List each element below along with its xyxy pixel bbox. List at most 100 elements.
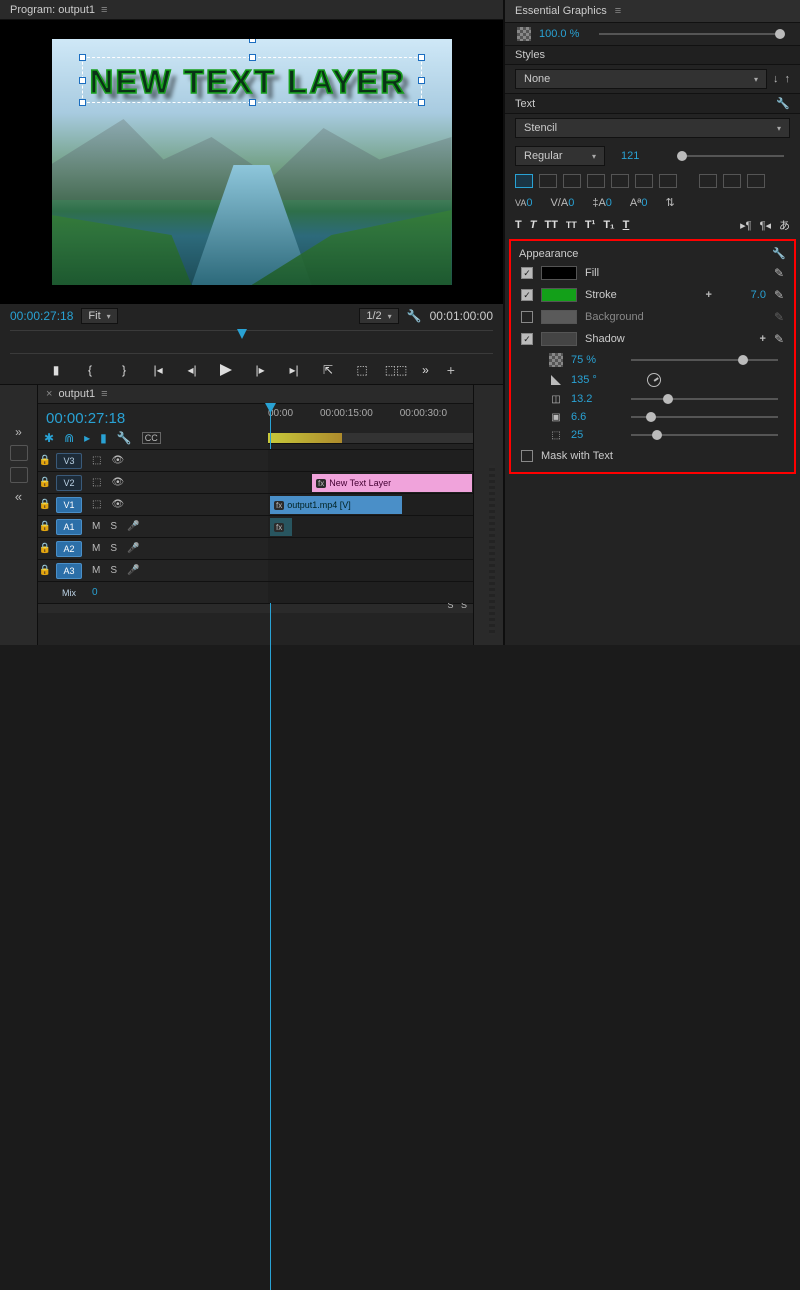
opacity-value[interactable]: 100.0 %: [539, 28, 585, 40]
faux-italic-button[interactable]: T: [530, 219, 537, 231]
shadow-blur[interactable]: 25: [571, 429, 617, 441]
step-fwd-icon[interactable]: |▸: [252, 362, 268, 378]
shadow-distance[interactable]: 13.2: [571, 393, 617, 405]
background-swatch[interactable]: [541, 310, 577, 324]
collapse-icon[interactable]: «: [15, 489, 22, 504]
button-editor-icon[interactable]: +: [447, 362, 455, 378]
playhead-icon[interactable]: [237, 329, 247, 339]
lock-icon[interactable]: 🔒: [38, 455, 52, 466]
font-size-value[interactable]: 121: [621, 150, 667, 162]
selection-box[interactable]: [82, 57, 422, 103]
stroke-swatch[interactable]: [541, 288, 577, 302]
mute-button[interactable]: M: [92, 521, 100, 532]
mic-icon[interactable]: 🎤: [127, 543, 139, 554]
shadow-opacity-slider[interactable]: [631, 359, 778, 361]
lock-icon[interactable]: 🔒: [38, 499, 52, 510]
tracking-icon[interactable]: VA0: [515, 197, 532, 209]
eyedropper-icon[interactable]: ✎: [774, 288, 784, 302]
marker-tool-icon[interactable]: ▮: [100, 431, 107, 445]
expand-icon[interactable]: »: [422, 363, 429, 377]
eye-icon[interactable]: 👁: [111, 455, 124, 466]
lock-icon[interactable]: 🔒: [38, 477, 52, 488]
track-lane[interactable]: fx: [268, 515, 473, 537]
shadow-distance-slider[interactable]: [631, 398, 778, 400]
mask-checkbox[interactable]: [521, 450, 533, 462]
underline-button[interactable]: T: [623, 219, 630, 231]
solo-button[interactable]: S: [110, 521, 117, 532]
resize-handle[interactable]: [249, 54, 256, 61]
font-size-slider[interactable]: [679, 155, 784, 157]
add-stroke-icon[interactable]: +: [706, 289, 712, 301]
go-in-icon[interactable]: |◂: [150, 362, 166, 378]
step-back-icon[interactable]: ◂|: [184, 362, 200, 378]
vertical-align-top-icon[interactable]: [699, 174, 717, 188]
timecode-current[interactable]: 00:00:27:18: [10, 309, 73, 323]
stroke-width[interactable]: 7.0: [720, 289, 766, 301]
stroke-checkbox[interactable]: ✓: [521, 289, 533, 301]
justify-last-right-icon[interactable]: [635, 174, 653, 188]
solo-button[interactable]: S: [110, 565, 117, 576]
toggle-output-icon[interactable]: ⬚: [92, 455, 101, 466]
angle-dial-icon[interactable]: [647, 373, 661, 387]
rtl-icon[interactable]: ¶◂: [760, 219, 771, 232]
wrench-icon[interactable]: 🔧: [117, 431, 132, 445]
eyedropper-icon[interactable]: ✎: [774, 332, 784, 346]
source-patching[interactable]: » «: [0, 385, 38, 645]
fit-select[interactable]: Fit▾: [81, 308, 117, 324]
align-right-icon[interactable]: [563, 174, 581, 188]
align-left-icon[interactable]: [515, 174, 533, 188]
shadow-size-slider[interactable]: [631, 416, 778, 418]
settings-icon[interactable]: 🔧: [772, 247, 786, 260]
settings-icon[interactable]: 🔧: [776, 97, 790, 110]
eye-icon[interactable]: 👁: [111, 477, 124, 488]
track-lane[interactable]: [268, 449, 473, 471]
source-patch-icon[interactable]: [10, 445, 28, 461]
link-icon[interactable]: ▸: [84, 431, 90, 445]
shadow-size[interactable]: 6.6: [571, 411, 617, 423]
track-header-a3[interactable]: 🔒A3MS🎤: [38, 559, 268, 581]
panel-menu-icon[interactable]: ≡: [615, 5, 621, 17]
mic-icon[interactable]: 🎤: [127, 521, 139, 532]
shadow-checkbox[interactable]: ✓: [521, 333, 533, 345]
opacity-slider[interactable]: [599, 33, 782, 35]
faux-bold-button[interactable]: T: [515, 219, 522, 231]
toggle-output-icon[interactable]: ⬚: [92, 499, 101, 510]
kerning-icon[interactable]: V/A0: [550, 197, 574, 209]
tsume-icon[interactable]: Aª0: [630, 197, 648, 209]
mark-in-icon[interactable]: {: [82, 362, 98, 378]
track-lane[interactable]: [268, 537, 473, 559]
panel-menu-icon[interactable]: ≡: [101, 388, 107, 400]
track-header-v2[interactable]: 🔒V2⬚👁: [38, 471, 268, 493]
track-lane[interactable]: [268, 581, 473, 603]
shadow-opacity[interactable]: 75 %: [571, 354, 617, 366]
mic-icon[interactable]: 🎤: [127, 565, 139, 576]
program-preview[interactable]: NEW TEXT LAYER: [52, 39, 452, 285]
clip-video[interactable]: fxoutput1.mp4 [V]: [270, 496, 402, 514]
fill-checkbox[interactable]: ✓: [521, 267, 533, 279]
font-select[interactable]: Stencil▾: [515, 118, 790, 138]
allcaps-button[interactable]: TT: [544, 219, 557, 231]
play-icon[interactable]: [218, 362, 234, 378]
lock-icon[interactable]: 🔒: [38, 565, 52, 576]
monitor-scrubber[interactable]: [10, 330, 493, 354]
align-center-icon[interactable]: [539, 174, 557, 188]
track-lane[interactable]: [268, 559, 473, 581]
add-marker-icon[interactable]: ▮: [48, 362, 64, 378]
track-header-v1[interactable]: 🔒V1⬚👁: [38, 493, 268, 515]
fill-swatch[interactable]: [541, 266, 577, 280]
clip-text-layer[interactable]: fxNew Text Layer: [312, 474, 472, 492]
snap-icon[interactable]: ✱: [44, 431, 54, 445]
magnet-icon[interactable]: ⋒: [64, 431, 74, 445]
resize-handle[interactable]: [418, 99, 425, 106]
track-header-a1[interactable]: 🔒A1MS🎤: [38, 515, 268, 537]
resize-handle[interactable]: [79, 99, 86, 106]
solo-button[interactable]: S: [110, 543, 117, 554]
subscript-button[interactable]: T₁: [603, 219, 614, 231]
expand-icon[interactable]: »: [15, 425, 22, 439]
baseline-icon[interactable]: ⇅: [665, 196, 674, 209]
settings-icon[interactable]: 🔧: [407, 309, 422, 323]
eye-icon[interactable]: 👁: [111, 499, 124, 510]
justify-last-center-icon[interactable]: [611, 174, 629, 188]
track-lane[interactable]: fxoutput1.mp4 [V]: [268, 493, 473, 515]
mute-button[interactable]: M: [92, 565, 100, 576]
